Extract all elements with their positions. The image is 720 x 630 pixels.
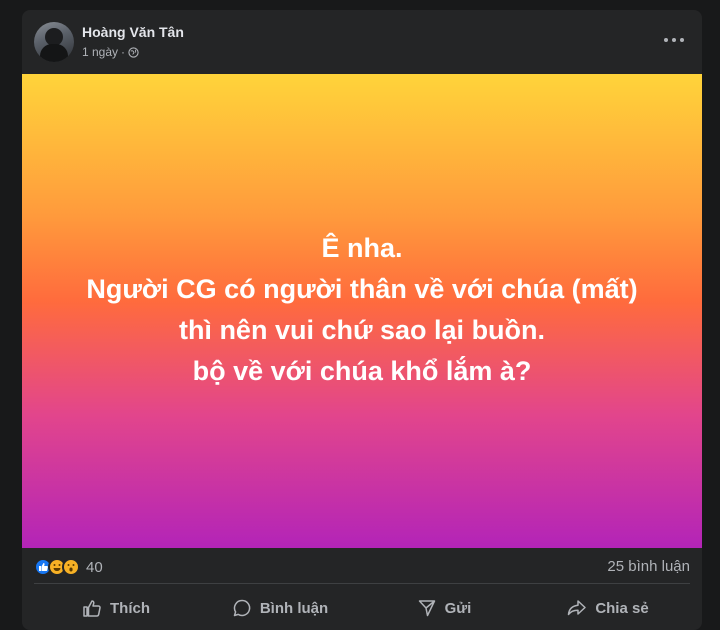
like-label: Thích xyxy=(110,599,150,617)
post-text: Ê nha. Người CG có người thân về với chú… xyxy=(86,228,637,392)
author-name[interactable]: Hoàng Văn Tân xyxy=(82,24,184,40)
meta-separator: · xyxy=(121,45,126,59)
send-icon xyxy=(418,600,435,617)
wow-icon xyxy=(62,558,80,576)
more-options-icon[interactable] xyxy=(664,32,684,48)
post-card: Hoàng Văn Tân 1 ngày · Ê nha. Người CG c… xyxy=(22,10,702,630)
reactions-summary[interactable]: 40 xyxy=(34,558,103,576)
post-text-line: thì nên vui chứ sao lại buồn. xyxy=(178,315,546,345)
post-meta: 1 ngày · xyxy=(82,45,139,59)
send-button[interactable]: Gửi xyxy=(362,588,526,628)
action-bar: Thích Bình luận Gửi Chia sẻ xyxy=(34,588,690,628)
avatar[interactable] xyxy=(34,22,74,62)
post-header: Hoàng Văn Tân 1 ngày · xyxy=(22,10,702,74)
post-time[interactable]: 1 ngày xyxy=(82,45,118,59)
like-button[interactable]: Thích xyxy=(34,588,198,628)
comment-button[interactable]: Bình luận xyxy=(198,588,362,628)
text-background-banner: Ê nha. Người CG có người thân về với chú… xyxy=(22,74,702,548)
post-text-line: bộ về với chúa khổ lắm à? xyxy=(192,356,532,386)
share-label: Chia sẻ xyxy=(595,599,649,617)
post-stats: 40 25 bình luận xyxy=(22,548,702,583)
post-text-line: Người CG có người thân về với chúa (mất) xyxy=(86,274,638,304)
send-label: Gửi xyxy=(444,599,472,617)
comment-label: Bình luận xyxy=(259,599,329,617)
post-text-line: Ê nha. xyxy=(321,233,403,263)
reaction-count: 40 xyxy=(86,558,103,576)
thumbs-up-icon xyxy=(83,600,101,617)
avatar-body xyxy=(40,44,68,62)
divider xyxy=(34,583,690,584)
comment-icon xyxy=(233,599,251,617)
globe-icon xyxy=(128,46,139,58)
share-icon xyxy=(568,600,587,616)
comments-count[interactable]: 25 bình luận xyxy=(607,558,690,575)
share-button[interactable]: Chia sẻ xyxy=(526,588,690,628)
